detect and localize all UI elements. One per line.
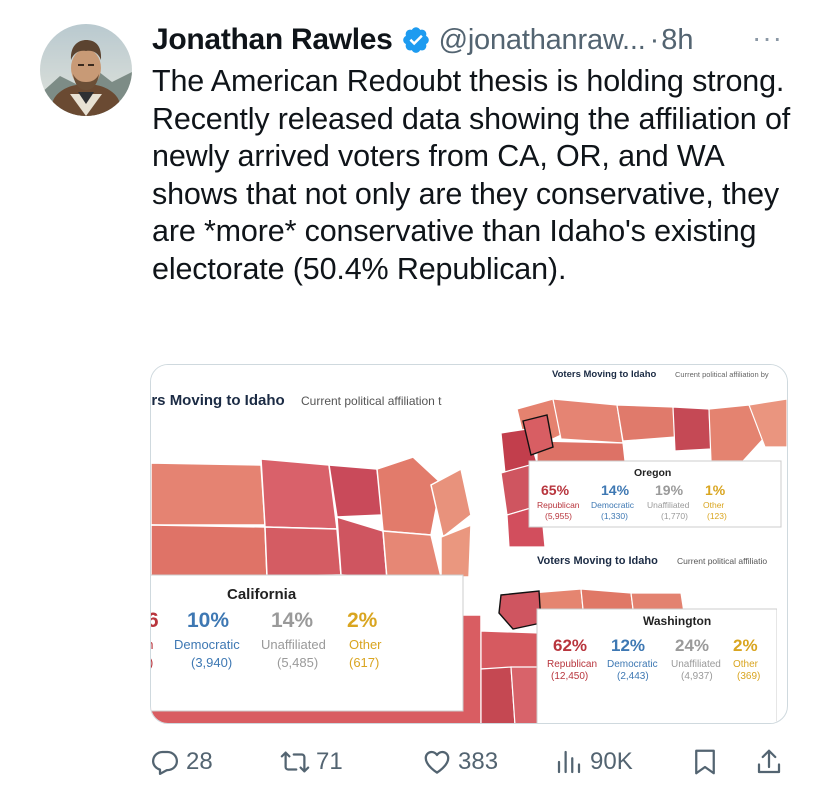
- ca-pct-rep: 6: [151, 609, 159, 632]
- wa-n-dem: (2,443): [617, 671, 649, 682]
- oregon-panel: Voters Moving to Idaho Current political…: [497, 365, 787, 547]
- reply-icon: [152, 750, 178, 775]
- wa-pct-unaff: 24%: [675, 636, 709, 655]
- repost-icon: [280, 751, 310, 773]
- ca-pct-unaff: 14%: [271, 609, 313, 632]
- wa-lbl-rep: Republican: [547, 659, 597, 670]
- like-count: 383: [458, 748, 499, 775]
- view-count: 90K: [590, 748, 633, 775]
- analytics-icon: [557, 750, 581, 774]
- bookmark-icon: [695, 749, 715, 775]
- wa-lbl-other: Other: [733, 659, 759, 670]
- timestamp[interactable]: 8h: [661, 24, 693, 57]
- separator-dot: ·: [649, 23, 660, 56]
- or-lbl-dem: Democratic: [591, 500, 635, 510]
- or-pct-rep: 65%: [541, 482, 570, 498]
- or-pct-other: 1%: [705, 482, 726, 498]
- share-button[interactable]: [754, 740, 784, 784]
- or-state: Oregon: [634, 467, 671, 479]
- ca-n-unaff: (5,485): [277, 655, 318, 670]
- like-button[interactable]: 383: [422, 740, 498, 784]
- wa-pct-rep: 62%: [553, 636, 587, 655]
- ca-n-dem: (3,940): [191, 655, 232, 670]
- wa-n-rep: (12,450): [551, 671, 588, 682]
- share-icon: [757, 749, 781, 774]
- bookmark-button[interactable]: [690, 740, 720, 784]
- author-handle[interactable]: @jonathanraw...: [439, 24, 646, 57]
- wa-n-unaff: (4,937): [681, 671, 713, 682]
- wa-state: Washington: [643, 614, 711, 628]
- or-n-dem: (1,330): [601, 511, 628, 521]
- california-panel: ers Moving to Idaho Current political af…: [151, 365, 481, 723]
- wa-pct-other: 2%: [733, 636, 758, 655]
- more-options-icon[interactable]: ···: [752, 24, 783, 52]
- ca-n-rep: ): [151, 655, 153, 670]
- or-n-rep: (5,955): [545, 511, 572, 521]
- wa-title: Voters Moving to Idaho: [537, 555, 658, 567]
- views-button[interactable]: 90K: [554, 740, 633, 784]
- repost-count: 71: [316, 748, 343, 775]
- or-n-other: (123): [707, 511, 727, 521]
- reply-button[interactable]: 28: [150, 740, 213, 784]
- tweet-header: Jonathan Rawles @jonathanraw... · 8h: [152, 18, 694, 62]
- or-pct-dem: 14%: [601, 482, 630, 498]
- wa-lbl-dem: Democratic: [607, 659, 658, 670]
- wa-pct-dem: 12%: [611, 636, 645, 655]
- ca-lbl-unaff: Unaffiliated: [261, 637, 326, 652]
- avatar[interactable]: [40, 24, 132, 116]
- ca-lbl-rep: an: [151, 637, 153, 652]
- wa-n-other: (369): [737, 671, 760, 682]
- or-pct-unaff: 19%: [655, 482, 684, 498]
- or-n-unaff: (1,770): [661, 511, 688, 521]
- ca-lbl-dem: Democratic: [174, 637, 240, 652]
- ca-title: ers Moving to Idaho: [151, 392, 285, 409]
- or-lbl-rep: Republican: [537, 500, 580, 510]
- verified-badge-icon: [402, 27, 429, 53]
- or-lbl-unaff: Unaffiliated: [647, 500, 690, 510]
- ca-subtitle: Current political affiliation t: [301, 394, 442, 408]
- heart-icon: [424, 750, 450, 774]
- tweet-text: The American Redoubt thesis is holding s…: [152, 64, 791, 286]
- or-lbl-other: Other: [703, 500, 724, 510]
- author-name[interactable]: Jonathan Rawles: [152, 23, 393, 57]
- reply-count: 28: [186, 748, 213, 775]
- ca-pct-dem: 10%: [187, 609, 229, 632]
- washington-panel: Voters Moving to Idaho Current political…: [481, 549, 777, 723]
- tweet-media[interactable]: ers Moving to Idaho Current political af…: [150, 364, 788, 724]
- ca-n-other: (617): [349, 655, 379, 670]
- or-title: Voters Moving to Idaho: [552, 369, 657, 380]
- wa-subtitle: Current political affiliatio: [677, 556, 767, 566]
- repost-button[interactable]: 71: [280, 740, 343, 784]
- ca-pct-other: 2%: [347, 609, 378, 632]
- ca-lbl-other: Other: [349, 637, 382, 652]
- action-bar: 28 71 383 90K: [150, 740, 790, 784]
- ca-state: California: [227, 586, 297, 603]
- wa-lbl-unaff: Unaffiliated: [671, 659, 721, 670]
- or-subtitle: Current political affiliation by: [675, 370, 769, 379]
